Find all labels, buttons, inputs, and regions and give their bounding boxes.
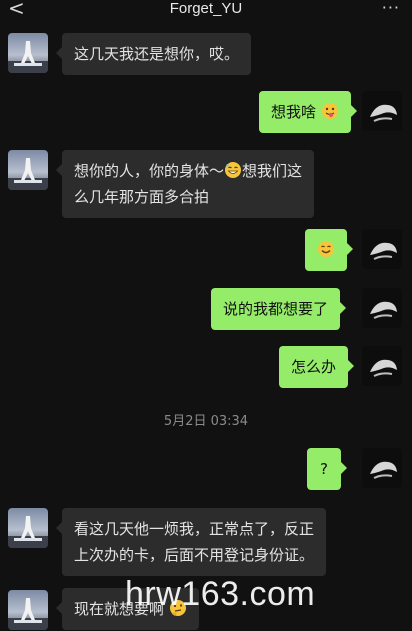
- message-text: 想我们这: [242, 162, 303, 180]
- more-options-icon[interactable]: ···: [382, 0, 400, 16]
- message-text: 想你的人，你的身体～: [74, 162, 225, 180]
- message-bubble-incoming[interactable]: 想你的人，你的身体～ 想我们这 么几年那方面多合拍: [55, 150, 315, 218]
- message-bubble-outgoing[interactable]: ?: [307, 448, 347, 490]
- message-line: 么几年那方面多合拍: [74, 188, 210, 206]
- message-timestamp: 5月2日 03:34: [163, 414, 249, 429]
- message-line: 看这几天他一烦我，正常点了，反正: [74, 520, 315, 538]
- message-bubble-outgoing[interactable]: [305, 229, 353, 271]
- message-bubble-outgoing[interactable]: 想我啥: [259, 91, 357, 133]
- contact-avatar[interactable]: [8, 508, 48, 548]
- message-line: 想你的人，你的身体～ 想我们这: [74, 158, 302, 184]
- contact-avatar[interactable]: [8, 150, 48, 190]
- watermark: hrw163.com: [125, 575, 316, 613]
- message-line: 上次办的卡，后面不用登记身份证。: [74, 546, 315, 564]
- message-text: 想我啥: [271, 103, 317, 121]
- chat-title: Forget_YU: [169, 0, 243, 17]
- message-text: 这几天我还是想你，哎。: [74, 45, 240, 63]
- message-text: 说的我都想要了: [223, 300, 329, 318]
- grin-face-emoji-icon: [224, 161, 242, 179]
- message-bubble-outgoing[interactable]: 说的我都想要了: [211, 288, 347, 330]
- contact-avatar[interactable]: [8, 33, 48, 73]
- user-avatar[interactable]: [362, 91, 402, 131]
- message-bubble-incoming[interactable]: 这几天我还是想你，哎。: [55, 33, 252, 75]
- tongue-face-emoji-icon: [321, 102, 339, 120]
- user-avatar[interactable]: [362, 448, 402, 488]
- user-avatar[interactable]: [362, 288, 402, 328]
- message-text: 怎么办: [291, 358, 337, 376]
- message-text: ?: [320, 460, 328, 478]
- user-avatar[interactable]: [362, 346, 402, 386]
- smile-face-emoji-icon: [317, 240, 335, 258]
- contact-avatar[interactable]: [8, 590, 48, 630]
- message-bubble-outgoing[interactable]: 怎么办: [279, 346, 355, 388]
- user-avatar[interactable]: [362, 229, 402, 269]
- message-bubble-incoming[interactable]: 看这几天他一烦我，正常点了，反正 上次办的卡，后面不用登记身份证。: [55, 508, 327, 576]
- chat-header: < Forget_YU ···: [0, 0, 412, 20]
